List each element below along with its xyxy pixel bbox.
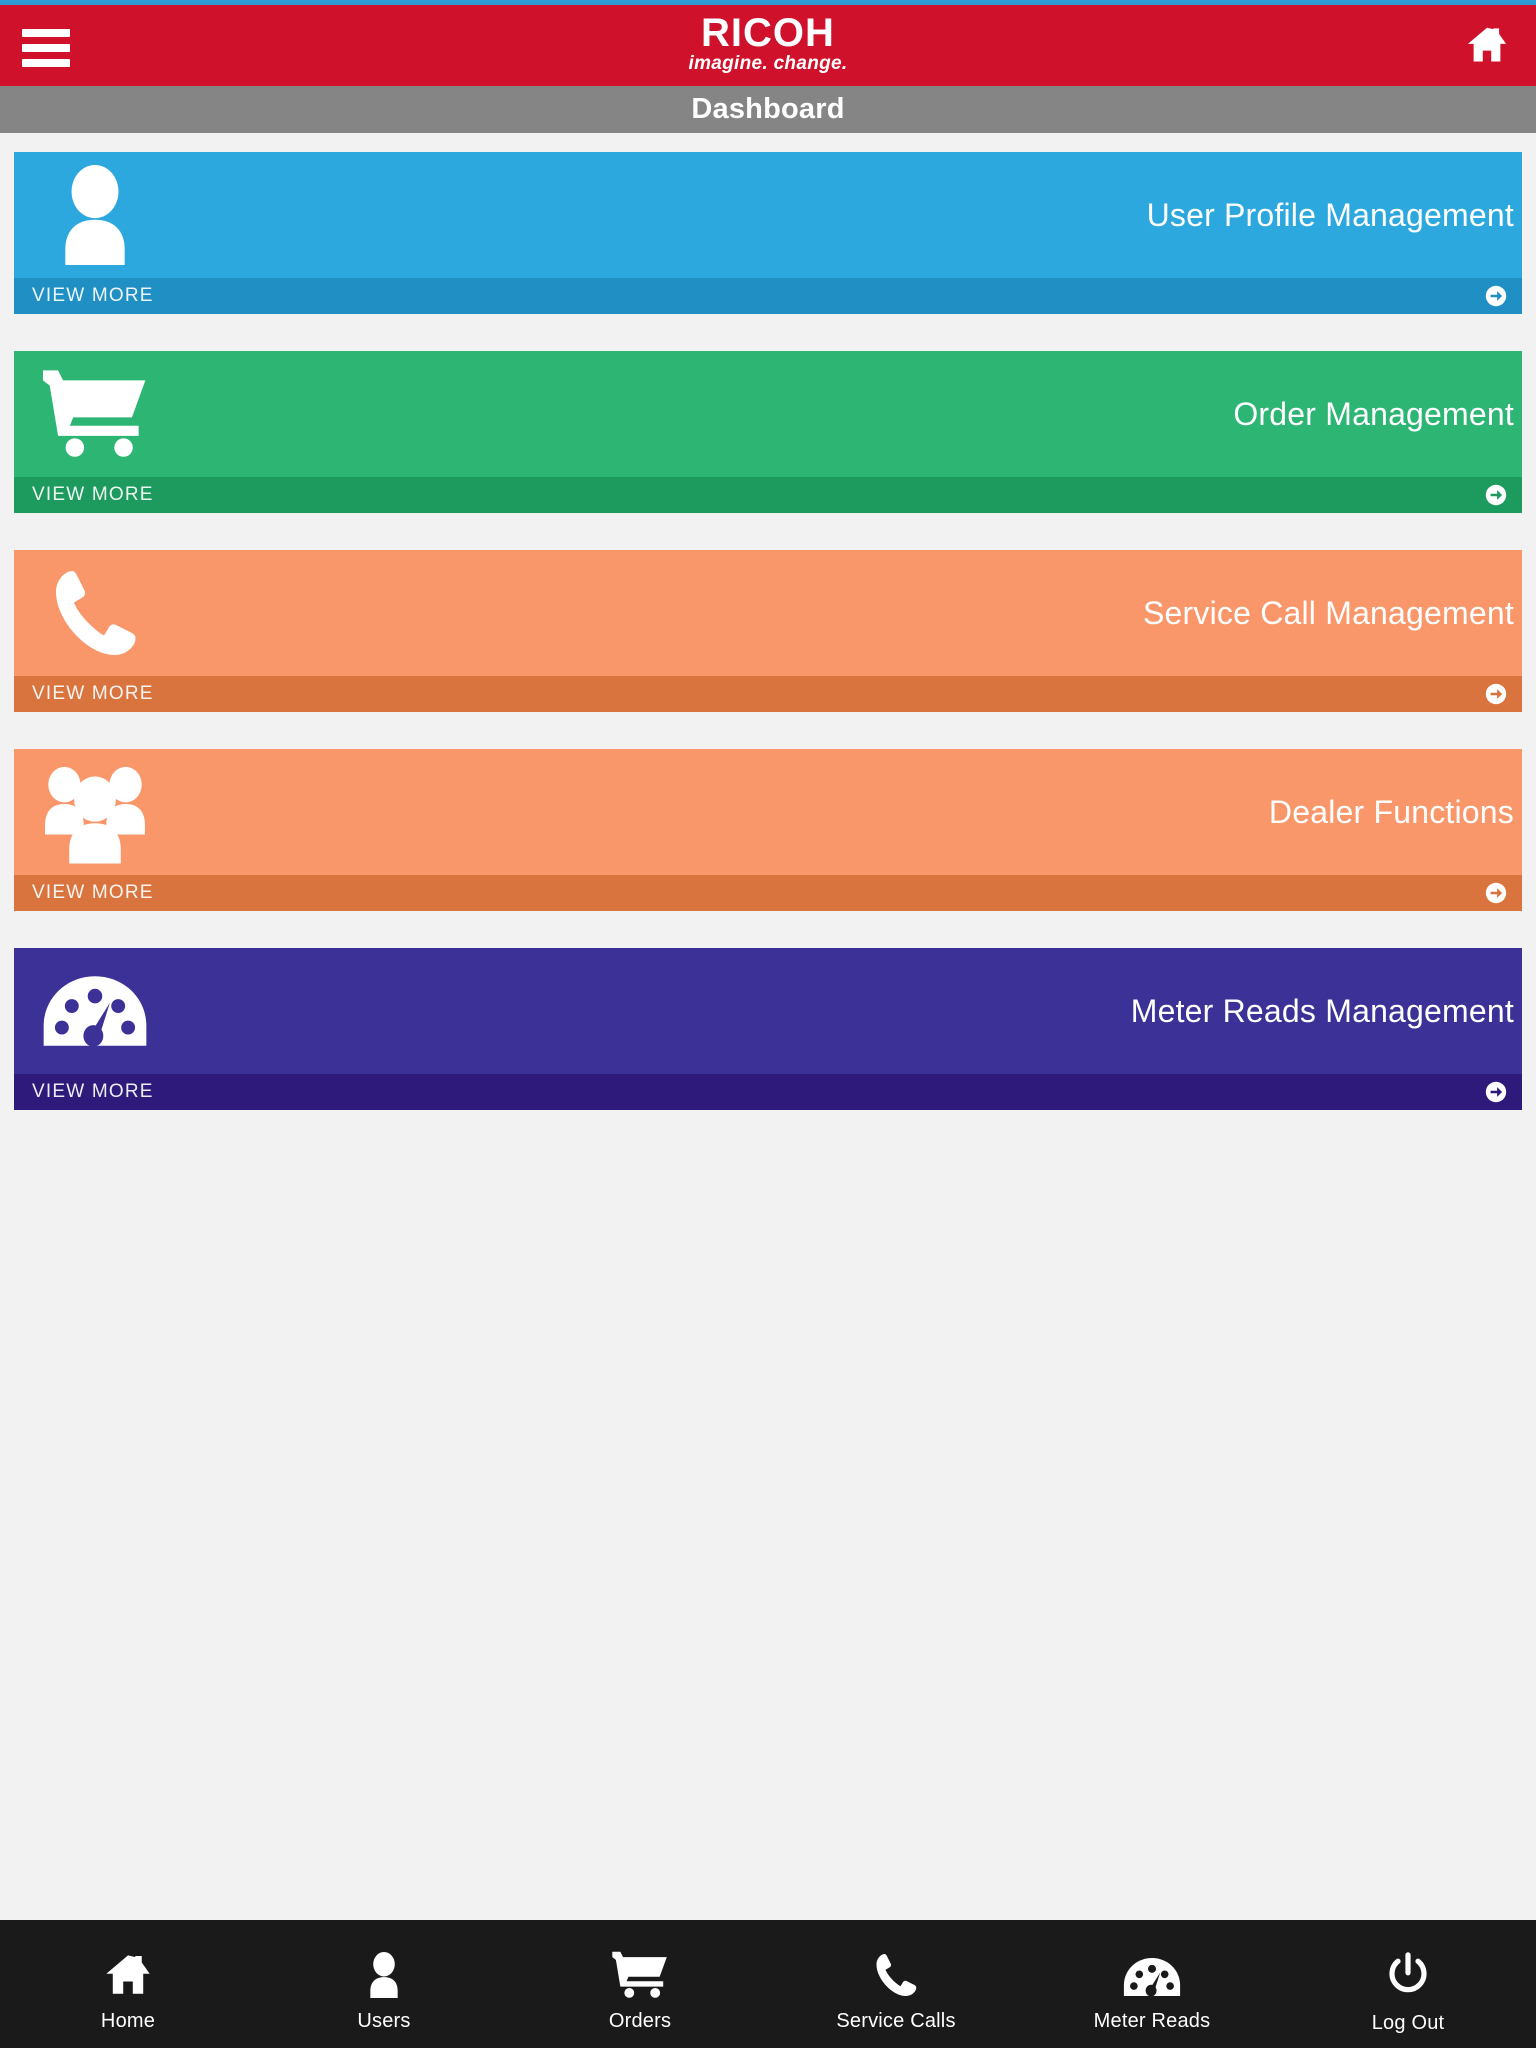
hamburger-bar-3 bbox=[22, 59, 70, 67]
arrow-right-circle-icon[interactable] bbox=[1484, 284, 1508, 308]
nav-label: Meter Reads bbox=[1093, 2010, 1211, 2032]
card-title: Meter Reads Management bbox=[1130, 993, 1514, 1029]
home-icon bbox=[102, 1944, 154, 2000]
arrow-right-circle-icon[interactable] bbox=[1484, 1080, 1508, 1104]
page-title: Dashboard bbox=[691, 93, 845, 125]
dashboard-screen: RICOH imagine. change. Dashboard User Pr… bbox=[0, 0, 1536, 2048]
card-body: Dealer Functions bbox=[14, 749, 1522, 875]
nav-item-orders[interactable]: Orders bbox=[512, 1920, 768, 2048]
card-footer[interactable]: VIEW MORE bbox=[14, 875, 1522, 911]
card-body: Order Management bbox=[14, 351, 1522, 477]
view-more-label: VIEW MORE bbox=[32, 683, 154, 704]
hamburger-bar-1 bbox=[22, 29, 70, 37]
shopping-cart-icon bbox=[611, 1944, 669, 2000]
hamburger-bar-2 bbox=[22, 44, 70, 52]
nav-label: Service Calls bbox=[836, 2010, 956, 2032]
card-title: Dealer Functions bbox=[1268, 794, 1514, 830]
nav-item-meter-reads[interactable]: Meter Reads bbox=[1024, 1920, 1280, 2048]
app-header: RICOH imagine. change. bbox=[0, 5, 1536, 86]
view-more-label: VIEW MORE bbox=[32, 285, 154, 306]
nav-item-log-out[interactable]: Log Out bbox=[1280, 1920, 1536, 2048]
view-more-label: VIEW MORE bbox=[32, 1081, 154, 1102]
card-order-management[interactable]: Order Management VIEW MORE bbox=[14, 351, 1522, 513]
card-list: User Profile Management VIEW MORE Order … bbox=[0, 133, 1536, 2048]
nav-label: Users bbox=[357, 2010, 411, 2032]
card-footer[interactable]: VIEW MORE bbox=[14, 477, 1522, 513]
arrow-right-circle-icon[interactable] bbox=[1484, 682, 1508, 706]
card-title: Service Call Management bbox=[1143, 595, 1514, 631]
bottom-navigation-bar: Home Users Orders Service Calls Meter Re… bbox=[0, 1920, 1536, 2048]
nav-item-users[interactable]: Users bbox=[256, 1920, 512, 2048]
gauge-icon bbox=[1123, 1944, 1181, 2000]
card-footer[interactable]: VIEW MORE bbox=[14, 676, 1522, 712]
nav-label: Orders bbox=[608, 2010, 672, 2032]
hamburger-menu-icon[interactable] bbox=[22, 29, 70, 67]
nav-item-service-calls[interactable]: Service Calls bbox=[768, 1920, 1024, 2048]
nav-label: Home bbox=[100, 2010, 156, 2032]
nav-label: Log Out bbox=[1371, 2012, 1445, 2034]
arrow-right-circle-icon[interactable] bbox=[1484, 483, 1508, 507]
card-meter-reads-management[interactable]: Meter Reads Management VIEW MORE bbox=[14, 948, 1522, 1110]
card-footer[interactable]: VIEW MORE bbox=[14, 278, 1522, 314]
card-title: Order Management bbox=[1233, 396, 1514, 432]
arrow-right-circle-icon[interactable] bbox=[1484, 881, 1508, 905]
card-body: Service Call Management bbox=[14, 550, 1522, 676]
card-body: Meter Reads Management bbox=[14, 948, 1522, 1074]
home-icon[interactable] bbox=[1464, 23, 1510, 67]
view-more-label: VIEW MORE bbox=[32, 882, 154, 903]
card-body: User Profile Management bbox=[14, 152, 1522, 278]
user-icon bbox=[361, 1944, 407, 2000]
card-service-call-management[interactable]: Service Call Management VIEW MORE bbox=[14, 550, 1522, 712]
user-icon bbox=[36, 163, 154, 267]
group-users-icon bbox=[36, 760, 154, 864]
phone-icon bbox=[36, 561, 154, 665]
card-footer[interactable]: VIEW MORE bbox=[14, 1074, 1522, 1110]
phone-icon bbox=[872, 1944, 920, 2000]
ricoh-logo: RICOH imagine. change. bbox=[618, 13, 918, 75]
page-title-bar: Dashboard bbox=[0, 86, 1536, 133]
card-title: User Profile Management bbox=[1146, 197, 1514, 233]
view-more-label: VIEW MORE bbox=[32, 484, 154, 505]
logo-wordmark: RICOH bbox=[701, 11, 835, 55]
nav-item-home[interactable]: Home bbox=[0, 1920, 256, 2048]
gauge-icon bbox=[36, 959, 154, 1063]
card-user-profile-management[interactable]: User Profile Management VIEW MORE bbox=[14, 152, 1522, 314]
shopping-cart-icon bbox=[36, 362, 154, 466]
power-icon bbox=[1384, 1942, 1432, 1998]
card-dealer-functions[interactable]: Dealer Functions VIEW MORE bbox=[14, 749, 1522, 911]
logo-tagline: imagine. change. bbox=[688, 53, 848, 74]
